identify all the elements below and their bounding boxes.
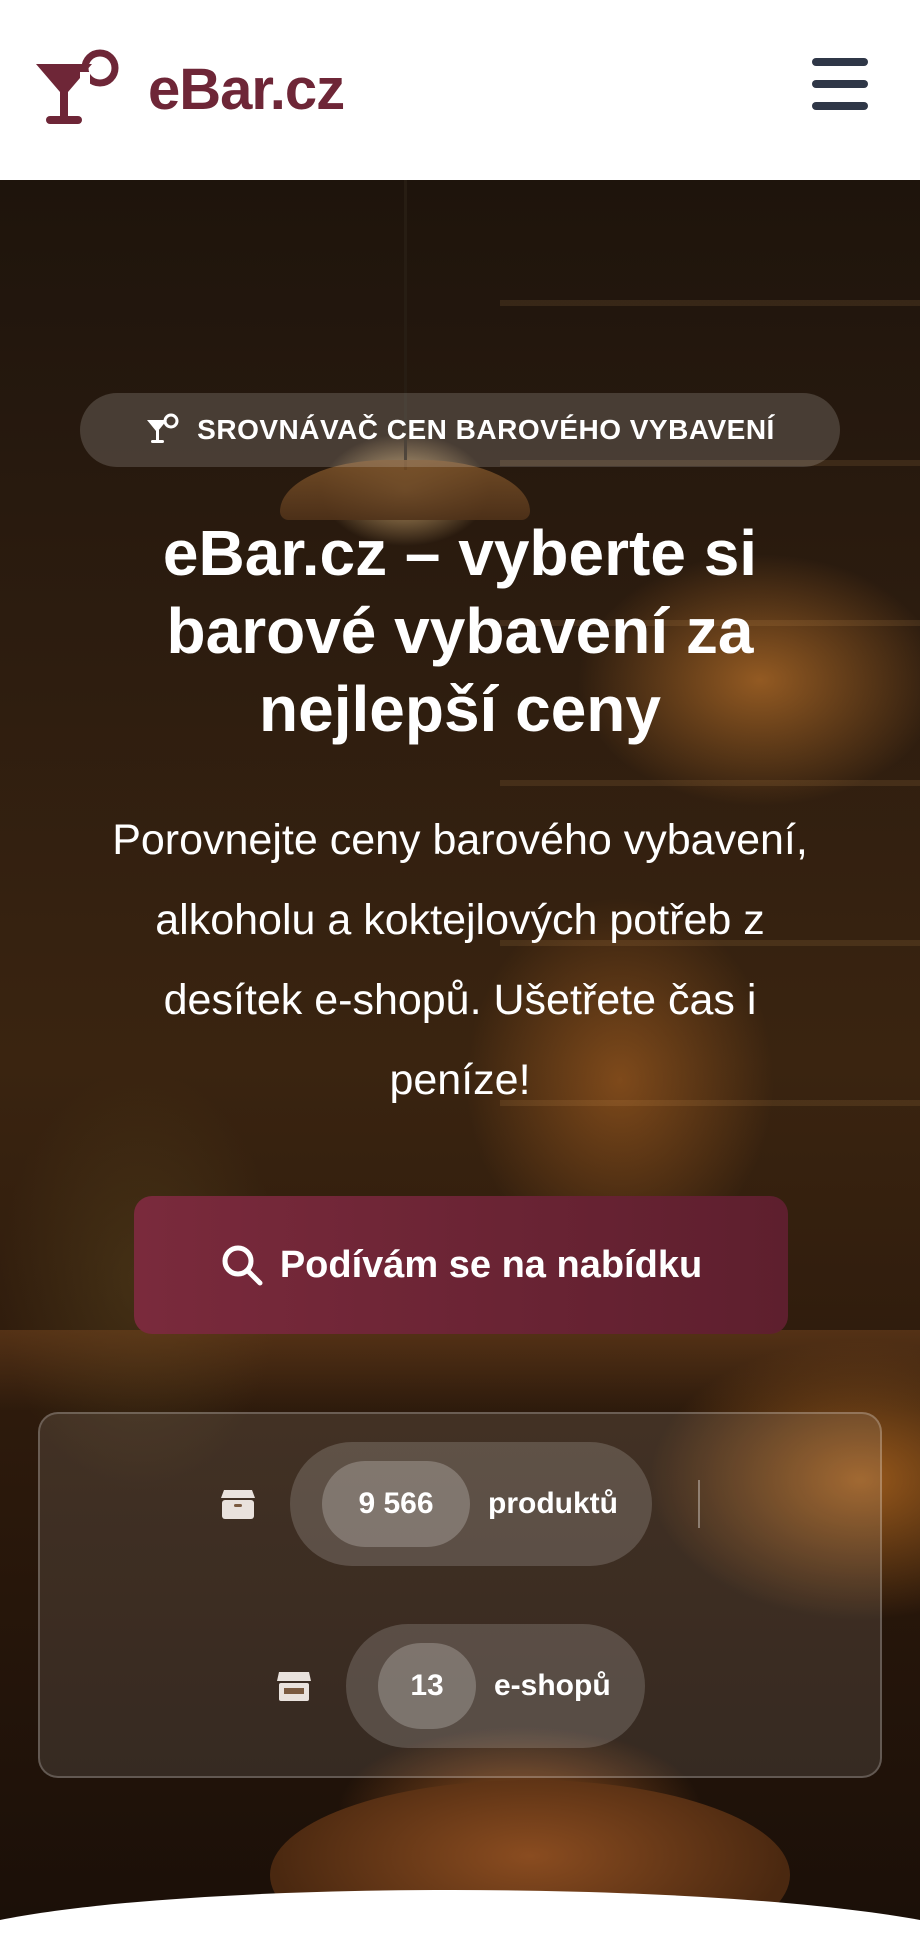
shops-pill: 13 e-shopů [346,1624,645,1748]
section-wave-divider [0,1890,920,1942]
brand-name: eBar.cz [148,57,345,122]
store-icon [277,1672,311,1701]
box-icon [221,1490,255,1519]
products-label: produktů [488,1487,618,1520]
hero-subtitle: Porovnejte ceny barového vybavení, alkoh… [40,800,880,1120]
search-icon [222,1245,263,1286]
pendant-lamp [280,460,530,520]
subtitle-line: peníze! [389,1056,531,1104]
subtitle-line: Porovnejte ceny barového vybavení, [112,816,808,864]
bar-counter [0,1330,920,1410]
stat-shops: 13 e-shopů [276,1624,645,1748]
menu-bar [812,102,868,110]
hamburger-menu-icon[interactable] [812,58,868,110]
shops-label: e-shopů [494,1669,611,1702]
stat-products: 9 566 produktů [220,1442,652,1566]
site-logo[interactable]: eBar.cz [32,48,345,132]
browse-offer-button[interactable]: Podívám se na nabídku [134,1196,788,1334]
cocktail-glass-icon [147,413,179,443]
site-header: eBar.cz [0,0,920,180]
title-line: eBar.cz – vyberte si [162,517,758,589]
cocktail-glass-icon [36,49,119,124]
title-line: barové vybavení za [166,595,754,667]
shops-count: 13 [378,1643,476,1729]
hero-title: eBar.cz – vyberte si barové vybavení za … [60,514,860,748]
hero-section: SROVNÁVAČ CEN BAROVÉHO VYBAVENÍ eBar.cz … [0,180,920,1942]
stats-divider [698,1480,700,1528]
products-pill: 9 566 produktů [290,1442,652,1566]
badge-text: SROVNÁVAČ CEN BAROVÉHO VYBAVENÍ [197,414,775,445]
title-line: nejlepší ceny [259,673,661,745]
subtitle-line: desítek e-shopů. Ušetřete čas i [163,976,757,1024]
stats-panel: 9 566 produktů 13 e-shopů [38,1412,882,1778]
menu-bar [812,58,868,66]
cta-label: Podívám se na nabídku [279,1243,703,1286]
products-count: 9 566 [322,1461,470,1547]
hero-badge: SROVNÁVAČ CEN BAROVÉHO VYBAVENÍ [80,393,840,467]
menu-bar [812,80,868,88]
subtitle-line: alkoholu a koktejlových potřeb z [155,896,765,944]
